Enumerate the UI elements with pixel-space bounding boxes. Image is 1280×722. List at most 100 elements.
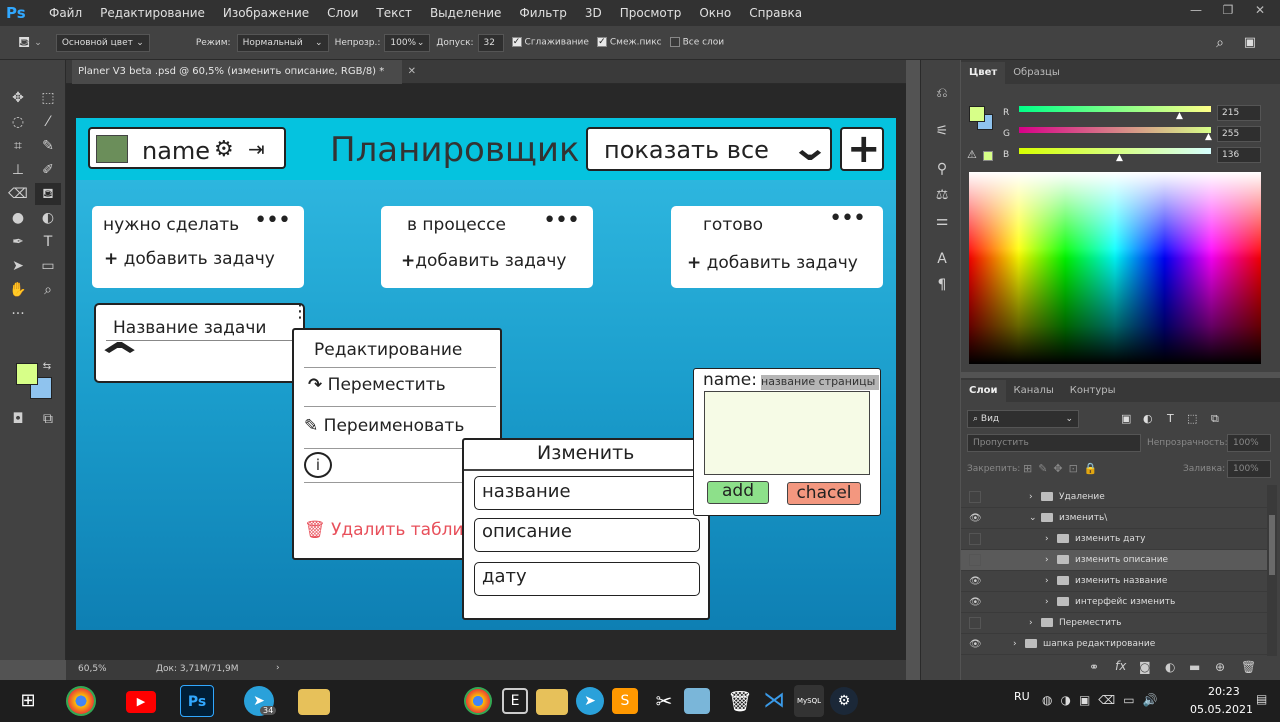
delete-menu-item[interactable]: 🗑 Удалить табли (304, 520, 464, 540)
menu-filter[interactable]: Фильтр (510, 6, 575, 20)
add-page-button[interactable]: add (707, 481, 769, 504)
workspace-icon[interactable]: ▣ (1244, 35, 1256, 50)
tolerance-field[interactable]: 32 (477, 33, 504, 52)
visibility-eye-icon[interactable]: 👁 (969, 571, 982, 592)
tab-color[interactable]: Цвет (961, 62, 1006, 84)
page-description-textarea[interactable] (704, 391, 870, 475)
crop-tool-icon[interactable]: ⌗ (5, 135, 31, 157)
recycle-bin-icon[interactable]: 🗑 (722, 685, 758, 717)
expand-chevron-right-icon[interactable]: › (1029, 613, 1033, 634)
change-description-option[interactable]: описание (474, 518, 700, 552)
new-layer-icon[interactable]: ⊕ (1215, 660, 1225, 674)
artboard[interactable]: name ⚙ ⇥ Планировщик показать все ⌄ + ну… (76, 118, 896, 630)
marquee-tool-icon[interactable]: ⬚ (35, 87, 61, 109)
layer-row[interactable]: › Удаление (961, 487, 1267, 508)
page-name-input[interactable]: название страницы (761, 375, 879, 390)
info-circle-icon[interactable]: i (304, 452, 332, 478)
task-menu-icon[interactable]: ⋮ (291, 303, 309, 321)
add-mask-icon[interactable]: ◙ (1139, 660, 1151, 674)
pen-tool-icon[interactable]: ✒ (5, 231, 31, 253)
menu-select[interactable]: Выделение (421, 6, 510, 20)
user-box[interactable]: name ⚙ ⇥ (88, 127, 286, 169)
filter-adjustment-icon[interactable]: ◐ (1143, 412, 1153, 425)
fill-source-dropdown[interactable]: Основной цвет ⌄ (55, 33, 150, 52)
tool-preset-chevron-icon[interactable]: ⌄ (34, 38, 42, 48)
menu-layers[interactable]: Слои (318, 6, 367, 20)
layers-scrollbar[interactable] (1267, 485, 1277, 656)
search-icon[interactable]: ⌕ (1216, 35, 1224, 51)
all-layers-checkbox[interactable]: Все слои (669, 37, 724, 48)
opacity-field[interactable]: 100% ⌄ (384, 33, 431, 52)
screen-mode-icon[interactable]: ⧉ (35, 408, 61, 430)
hand-tool-icon[interactable]: ✋ (5, 279, 31, 301)
visibility-eye-icon[interactable] (969, 617, 981, 629)
paragraph-icon[interactable]: ¶ (929, 274, 955, 296)
lock-icons[interactable]: ⊞✎✥⊡🔒 (1023, 462, 1104, 475)
status-arrow-icon[interactable]: › (276, 663, 280, 673)
move-menu-item[interactable]: ↷ Переместить (308, 375, 446, 395)
expand-chevron-down-icon[interactable]: ⌄ (1029, 508, 1037, 529)
eraser-tool-icon[interactable]: ⌫ (5, 183, 31, 205)
restore-icon[interactable]: ❐ (1214, 3, 1242, 21)
link-layers-icon[interactable]: ⚭ (1089, 660, 1099, 674)
b-slider-thumb[interactable]: ▲ (1116, 153, 1123, 163)
zoom-level[interactable]: 60,5% (78, 664, 107, 674)
shape-tool-icon[interactable]: ▭ (35, 255, 61, 277)
sublime-icon[interactable]: S (612, 688, 638, 714)
visibility-eye-icon[interactable]: 👁 (969, 592, 982, 613)
windows-start-icon[interactable]: ⊞ (10, 685, 46, 717)
brushes-icon[interactable]: ⚲ (929, 158, 955, 180)
antialias-checkbox[interactable]: Сглаживание (511, 37, 589, 48)
expand-chevron-right-icon[interactable]: › (1045, 529, 1049, 550)
paint-bucket-icon[interactable]: ⛾ (18, 33, 30, 53)
filter-dropdown[interactable]: показать все ⌄ (586, 125, 832, 171)
expand-chevron-right-icon[interactable]: › (1045, 592, 1049, 613)
filter-pixel-icon[interactable]: ▣ (1121, 412, 1131, 425)
change-name-option[interactable]: название (474, 476, 700, 510)
chrome-icon[interactable] (66, 686, 96, 716)
close-icon[interactable]: ✕ (1246, 3, 1274, 21)
more-tools-icon[interactable]: ··· (5, 303, 31, 325)
visibility-eye-icon[interactable] (969, 533, 981, 545)
steam-icon[interactable]: ⚙ (830, 687, 858, 715)
g-value-field[interactable]: 255 (1217, 126, 1261, 142)
layer-opacity-field[interactable]: 100% (1227, 434, 1271, 452)
warning-icon[interactable]: ⚠ (967, 148, 977, 161)
layer-row[interactable]: 👁 ⌄ изменить\ (961, 508, 1267, 529)
add-task-button[interactable]: + добавить задачу (104, 249, 275, 269)
character-icon[interactable]: A (929, 248, 955, 270)
menu-window[interactable]: Окно (690, 6, 740, 20)
visibility-eye-icon[interactable] (969, 554, 981, 566)
blend-mode-dropdown[interactable]: Пропустить (967, 434, 1141, 452)
add-task-button[interactable]: +добавить задачу (401, 251, 566, 271)
path-select-tool-icon[interactable]: ➤ (5, 255, 31, 277)
expand-chevron-right-icon[interactable]: › (1029, 487, 1033, 508)
layer-row[interactable]: › Переместить (961, 613, 1267, 634)
b-value-field[interactable]: 136 (1217, 147, 1261, 163)
delete-layer-icon[interactable]: 🗑 (1241, 660, 1256, 674)
notification-icon[interactable]: ▤ (1256, 692, 1267, 706)
cancel-page-button[interactable]: chacel (787, 482, 861, 505)
layer-row[interactable]: 👁 › изменить название (961, 571, 1267, 592)
layer-row[interactable]: 👁 › интерфейс изменить (961, 592, 1267, 613)
g-slider-thumb[interactable]: ▲ (1205, 132, 1212, 142)
terminal-icon[interactable]: E (502, 688, 528, 714)
type-tool-icon[interactable]: T (35, 231, 61, 253)
change-date-option[interactable]: дату (474, 562, 700, 596)
chevron-up-icon[interactable]: ⌄ (91, 332, 147, 381)
layer-row[interactable]: 👁 › шапка редактирование (961, 634, 1267, 655)
more-options-icon[interactable]: ••• (829, 206, 866, 231)
color-fg-swatch[interactable] (969, 106, 985, 122)
notes-icon[interactable] (684, 688, 710, 714)
contiguous-checkbox[interactable]: Смеж.пикс (596, 37, 662, 48)
language-indicator[interactable]: RU (1014, 690, 1030, 703)
adjustments-icon[interactable]: ⚌ (929, 210, 955, 232)
foreground-color-swatch[interactable] (16, 363, 38, 385)
filter-shape-icon[interactable]: ⬚ (1187, 412, 1197, 425)
zoom-tool-icon[interactable]: ⌕ (35, 279, 61, 301)
more-options-icon[interactable]: ••• (254, 208, 291, 233)
paint-icon[interactable]: ✂ (646, 685, 682, 717)
fill-field[interactable]: 100% (1227, 460, 1271, 478)
mysql-icon[interactable]: MySQL (794, 685, 824, 717)
clock-time[interactable]: 20:23 (1208, 685, 1240, 698)
